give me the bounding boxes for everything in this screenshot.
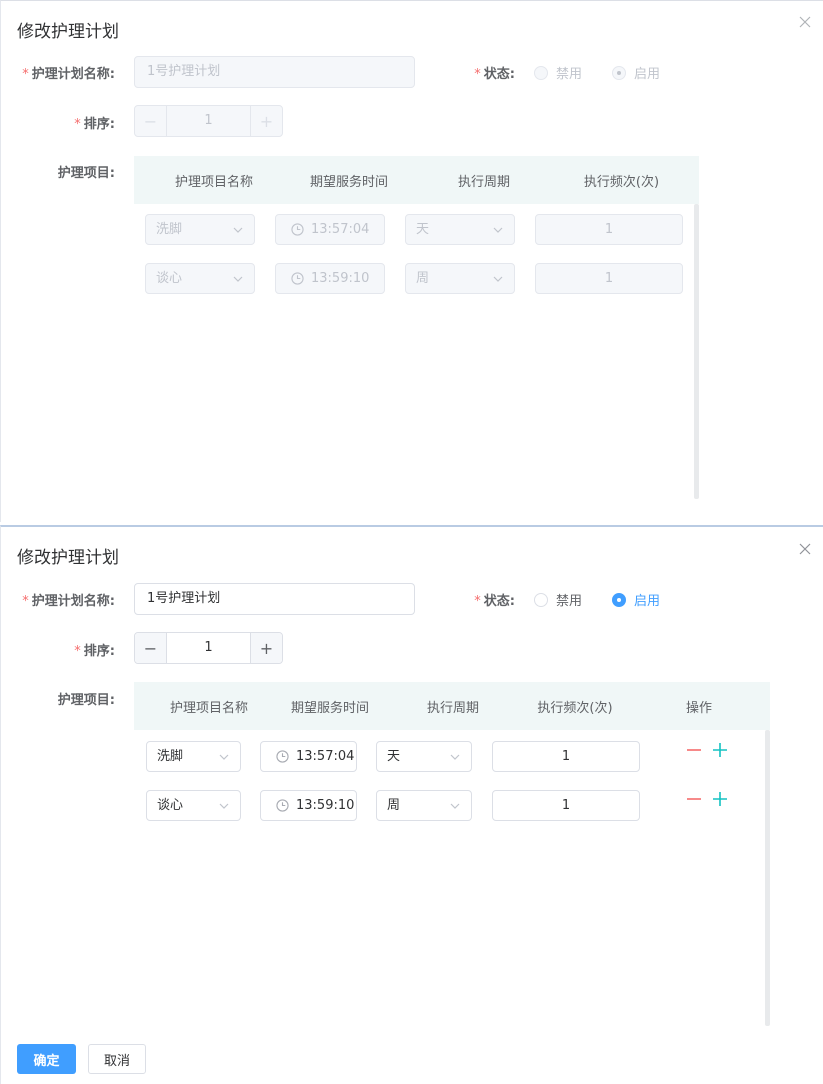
chevron-down-icon — [493, 276, 503, 282]
col-frequency: 执行频次(次) — [583, 174, 660, 190]
col-expected-time: 期望服务时间 — [309, 174, 388, 190]
edit-plan-dialog-editable: 修改护理计划 * 护理计划名称: 1号护理计划 * 状态: 禁用 启用 * 排序: −… — [0, 525, 823, 1084]
add-row-button[interactable] — [712, 788, 728, 812]
status-radio-enabled[interactable]: 启用 — [612, 590, 660, 609]
add-row-button[interactable] — [712, 739, 728, 763]
chevron-down-icon — [450, 754, 460, 760]
clock-icon — [291, 223, 304, 236]
chevron-down-icon — [219, 754, 229, 760]
row2-item-select[interactable]: 谈心 — [145, 263, 255, 294]
row1-time-picker[interactable]: 13:57:04 — [260, 741, 357, 772]
sort-label: * 排序: — [74, 117, 115, 132]
col-period: 执行周期 — [426, 700, 479, 716]
chevron-down-icon — [233, 227, 243, 233]
row2-period-select[interactable]: 周 — [405, 263, 515, 294]
col-expected-time: 期望服务时间 — [290, 700, 369, 716]
sort-stepper[interactable]: − 1 + — [134, 632, 283, 664]
minus-icon — [687, 749, 701, 751]
row2-frequency-input[interactable]: 1 — [492, 790, 640, 821]
plan-name-input[interactable]: 1号护理计划 — [134, 583, 415, 615]
row2-item-select[interactable]: 谈心 — [146, 790, 241, 821]
sort-decrease-button[interactable]: − — [135, 106, 167, 136]
items-table-header: 护理项目名称 期望服务时间 执行周期 执行频次(次) 操作 — [134, 682, 770, 730]
sort-value[interactable]: 1 — [167, 633, 250, 663]
remove-row-button[interactable] — [686, 739, 702, 763]
close-icon[interactable] — [799, 16, 811, 28]
row1-period-select[interactable]: 天 — [376, 741, 472, 772]
col-frequency: 执行频次(次) — [537, 700, 613, 716]
row1-frequency-input[interactable]: 1 — [535, 214, 683, 245]
row1-item-select[interactable]: 洗脚 — [146, 741, 241, 772]
dialog-title: 修改护理计划 — [17, 22, 119, 42]
plan-name-label: * 护理计划名称: — [22, 67, 115, 82]
dialog-title: 修改护理计划 — [17, 548, 119, 568]
confirm-button[interactable]: 确定 — [17, 1044, 76, 1074]
sort-decrease-button[interactable]: − — [135, 633, 167, 663]
remove-row-button[interactable] — [686, 788, 702, 812]
sort-label: * 排序: — [74, 644, 115, 659]
row1-actions — [686, 739, 728, 763]
row2-frequency-input[interactable]: 1 — [535, 263, 683, 294]
col-item-name: 护理项目名称 — [174, 174, 253, 190]
row1-frequency-input[interactable]: 1 — [492, 741, 640, 772]
row1-item-select[interactable]: 洗脚 — [145, 214, 255, 245]
status-label: * 状态: — [474, 67, 515, 82]
sort-stepper[interactable]: − 1 + — [134, 105, 283, 137]
items-label: 护理项目: — [57, 166, 115, 181]
items-table-header: 护理项目名称 期望服务时间 执行周期 执行频次(次) — [134, 156, 699, 204]
plus-icon — [713, 792, 727, 806]
plan-name-label: * 护理计划名称: — [22, 594, 115, 609]
sort-increase-button[interactable]: + — [250, 633, 282, 663]
clock-icon — [276, 799, 289, 812]
clock-icon — [276, 750, 289, 763]
status-label: * 状态: — [474, 594, 515, 609]
chevron-down-icon — [493, 227, 503, 233]
plan-name-input[interactable]: 1号护理计划 — [134, 56, 415, 88]
clock-icon — [291, 272, 304, 285]
status-radio-disabled[interactable]: 禁用 — [534, 590, 582, 609]
chevron-down-icon — [450, 803, 460, 809]
row2-period-select[interactable]: 周 — [376, 790, 472, 821]
edit-plan-dialog-readonly: 修改护理计划 * 护理计划名称: 1号护理计划 * 状态: 禁用 启用 * 排序: −… — [0, 0, 823, 522]
status-radio-disabled[interactable]: 禁用 — [534, 63, 582, 82]
row2-time-picker[interactable]: 13:59:10 — [260, 790, 357, 821]
col-period: 执行周期 — [457, 174, 510, 190]
col-item-name: 护理项目名称 — [169, 700, 248, 716]
status-radio-group: 禁用 启用 — [534, 63, 690, 82]
row1-time-picker[interactable]: 13:57:04 — [275, 214, 385, 245]
row2-time-picker[interactable]: 13:59:10 — [275, 263, 385, 294]
table-scrollbar[interactable] — [765, 730, 770, 1026]
col-actions: 操作 — [685, 700, 712, 716]
cancel-button[interactable]: 取消 — [88, 1044, 146, 1074]
sort-value[interactable]: 1 — [167, 106, 250, 136]
chevron-down-icon — [219, 803, 229, 809]
close-icon[interactable] — [799, 543, 811, 555]
status-radio-enabled[interactable]: 启用 — [612, 63, 660, 82]
row2-actions — [686, 788, 728, 812]
status-radio-group: 禁用 启用 — [534, 590, 690, 609]
items-label: 护理项目: — [57, 693, 115, 708]
sort-increase-button[interactable]: + — [250, 106, 282, 136]
minus-icon — [687, 798, 701, 800]
row1-period-select[interactable]: 天 — [405, 214, 515, 245]
plus-icon — [713, 743, 727, 757]
chevron-down-icon — [233, 276, 243, 282]
table-scrollbar[interactable] — [694, 204, 699, 499]
